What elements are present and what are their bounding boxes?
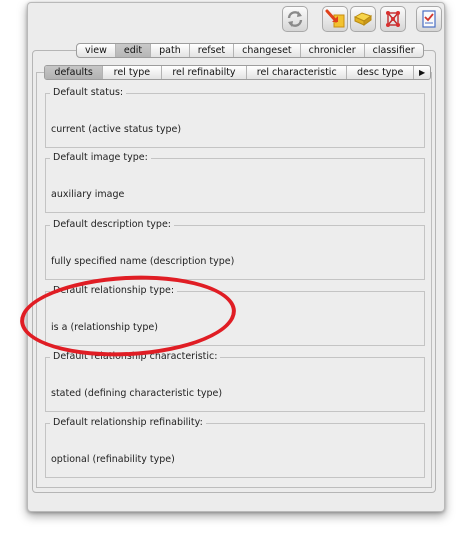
main-tab-bar: view edit path refset changeset chronicl… <box>76 43 424 58</box>
default-relationship-characteristic-label: Default relationship characteristic: <box>50 351 221 362</box>
commit-icon <box>325 9 345 28</box>
default-relationship-refinability-group: Default relationship refinability: optio… <box>45 417 425 478</box>
scroll-tabs-right-icon[interactable]: ▶ <box>414 66 430 79</box>
sub-tab-bar: defaults rel type rel refinabilty rel ch… <box>44 65 431 80</box>
default-relationship-type-group: Default relationship type: is a (relatio… <box>45 285 425 346</box>
sync-button[interactable] <box>282 6 308 32</box>
sync-icon <box>287 11 303 27</box>
default-description-type-value[interactable]: fully specified name (description type) <box>51 256 234 267</box>
commit-button[interactable] <box>322 6 348 32</box>
default-relationship-characteristic-value[interactable]: stated (defining characteristic type) <box>51 388 222 399</box>
folder-button[interactable] <box>350 6 376 32</box>
tab-view[interactable]: view <box>77 44 116 57</box>
default-relationship-type-label: Default relationship type: <box>50 285 178 296</box>
default-image-type-value[interactable]: auxiliary image <box>51 189 124 200</box>
tab-path[interactable]: path <box>151 44 190 57</box>
subtab-rel-refinability[interactable]: rel refinabilty <box>162 66 248 79</box>
tab-changeset[interactable]: changeset <box>234 44 301 57</box>
default-relationship-type-value[interactable]: is a (relationship type) <box>51 322 158 333</box>
checklist-icon <box>422 10 436 28</box>
default-description-type-group: Default description type: fully specifie… <box>45 219 425 280</box>
default-description-type-label: Default description type: <box>50 219 174 230</box>
classifier-icon <box>386 11 400 27</box>
default-status-group: Default status: current (active status t… <box>45 87 425 148</box>
default-relationship-characteristic-group: Default relationship characteristic: sta… <box>45 351 425 412</box>
default-status-value[interactable]: current (active status type) <box>51 124 181 135</box>
default-image-type-label: Default image type: <box>50 152 151 163</box>
classifier-button[interactable] <box>380 6 406 32</box>
folder-icon <box>353 12 373 26</box>
tab-refset[interactable]: refset <box>190 44 235 57</box>
tab-classifier[interactable]: classifier <box>365 44 423 57</box>
checklist-button[interactable] <box>416 6 442 32</box>
default-image-type-group: Default image type: auxiliary image <box>45 152 425 213</box>
subtab-defaults[interactable]: defaults <box>45 66 104 79</box>
subtab-rel-type[interactable]: rel type <box>103 66 162 79</box>
tab-chronicler[interactable]: chronicler <box>301 44 365 57</box>
subtab-desc-type[interactable]: desc type <box>347 66 415 79</box>
default-status-label: Default status: <box>50 87 127 98</box>
default-relationship-refinability-label: Default relationship refinability: <box>50 417 206 428</box>
subtab-rel-characteristic[interactable]: rel characteristic <box>247 66 348 79</box>
default-relationship-refinability-value[interactable]: optional (refinability type) <box>51 454 175 465</box>
tab-edit[interactable]: edit <box>115 44 152 57</box>
